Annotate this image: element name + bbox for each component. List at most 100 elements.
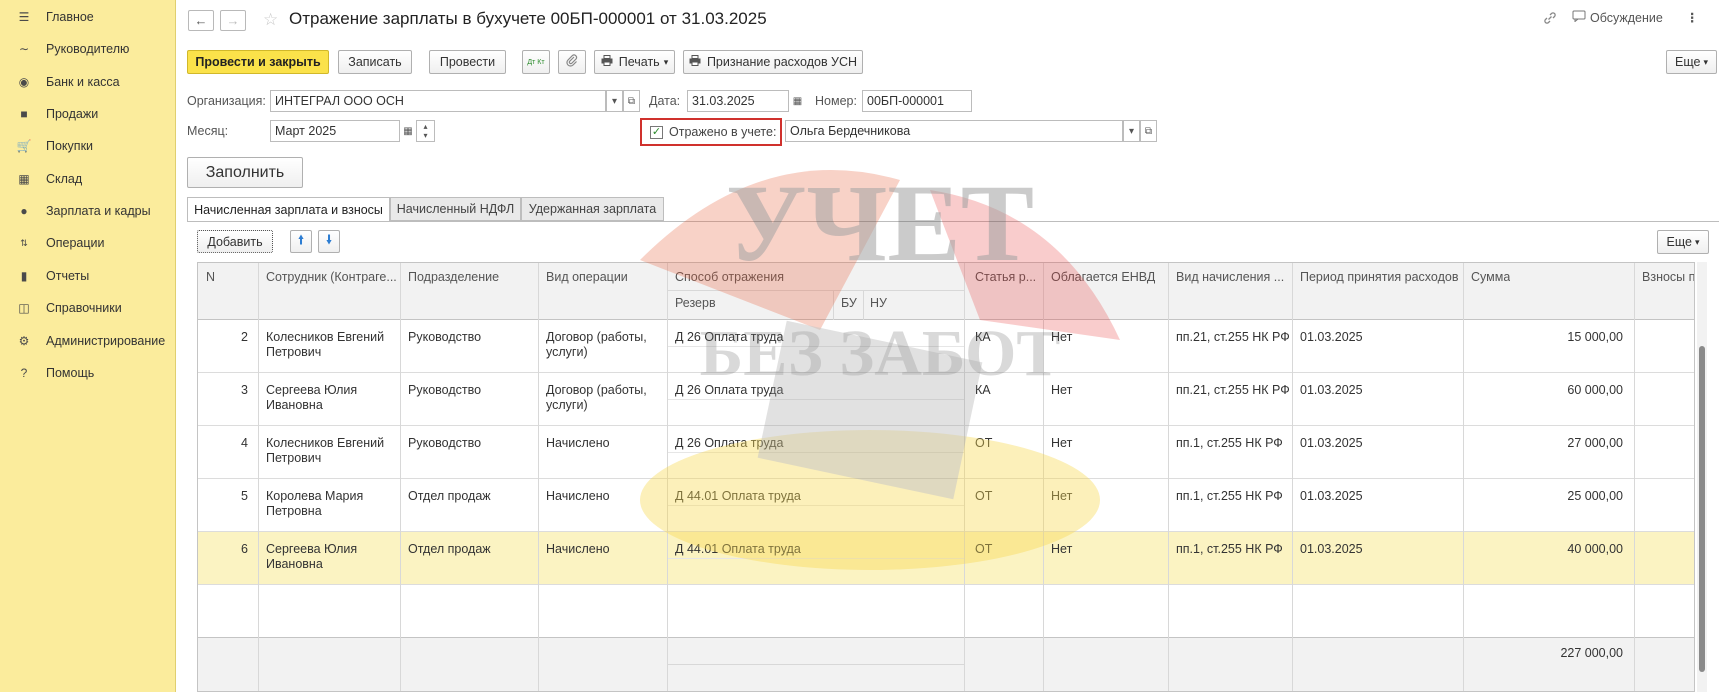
month-label: Месяц: bbox=[187, 124, 229, 138]
save-button[interactable]: Записать bbox=[338, 50, 412, 74]
cell-operation: Договор (работы, услуги) bbox=[546, 330, 647, 359]
app-window: ☰ Главное ∼ Руководителю ◉ Банк и касса ■ Прода… bbox=[0, 0, 1734, 692]
sidebar-item-11[interactable]: ? Помощь bbox=[0, 358, 176, 388]
cell-method: Д 44.01 Оплата труда bbox=[675, 489, 801, 503]
menu-icon: ☰ bbox=[18, 10, 30, 24]
stepper-up-icon[interactable]: ▴ bbox=[423, 122, 427, 131]
tab-accrued-salary[interactable]: Начисленная зарплата и взносы bbox=[187, 197, 390, 222]
col-n[interactable]: N bbox=[206, 270, 215, 284]
col-bu[interactable]: БУ bbox=[841, 296, 857, 310]
sidebar-item-5[interactable]: ▦ Склад bbox=[0, 164, 176, 194]
column-divider bbox=[1634, 263, 1635, 691]
question-icon: ? bbox=[20, 366, 28, 380]
cell-envd: Нет bbox=[1051, 436, 1073, 450]
table-row[interactable]: 3 Сергеева Юлия Ивановна Руководство Догово… bbox=[198, 373, 1694, 426]
sidebar-item-label: Главное bbox=[46, 10, 94, 24]
grid-icon: ▦ bbox=[18, 172, 30, 186]
col-sum[interactable]: Сумма bbox=[1471, 270, 1510, 284]
organization-label: Организация: bbox=[187, 94, 266, 108]
post-and-close-button[interactable]: Провести и закрыть bbox=[187, 50, 329, 74]
more-button[interactable]: Еще ▾ bbox=[1666, 50, 1717, 74]
date-field[interactable]: 31.03.2025 bbox=[687, 90, 789, 112]
sidebar-item-4[interactable]: 🛒 Покупки bbox=[0, 131, 176, 161]
cell-department: Руководство bbox=[408, 330, 482, 344]
sidebar-item-7[interactable]: ⇅ Операции bbox=[0, 228, 176, 258]
sidebar-item-label: Руководителю bbox=[46, 42, 130, 56]
col-department[interactable]: Подразделение bbox=[408, 270, 499, 284]
col-employee[interactable]: Сотрудник (Контраге... bbox=[266, 270, 400, 284]
printer-icon bbox=[601, 55, 613, 69]
forward-button[interactable]: → bbox=[220, 10, 246, 31]
print-button[interactable]: Печать ▾ bbox=[594, 50, 675, 74]
dt-kt-button[interactable]: Дт Кт bbox=[522, 50, 550, 74]
cell-department: Руководство bbox=[408, 436, 482, 450]
move-down-button[interactable]: 🠛 bbox=[318, 230, 340, 253]
dropdown-arrow-icon[interactable]: ▾ bbox=[606, 90, 623, 112]
responsible-field[interactable]: Ольга Бердечникова bbox=[785, 120, 1123, 142]
organization-field[interactable]: ИНТЕГРАЛ ООО ОСН bbox=[270, 90, 606, 112]
add-button[interactable]: Добавить bbox=[197, 230, 273, 253]
table-row[interactable]: 2 Колесников Евгений Петрович Руководство Д… bbox=[198, 320, 1694, 373]
col-reserve[interactable]: Резерв bbox=[675, 296, 716, 310]
table-row[interactable]: 6 Сергеева Юлия Ивановна Отдел продаж Начис… bbox=[198, 532, 1694, 585]
sidebar-item-9[interactable]: ◫ Справочники bbox=[0, 293, 176, 323]
table-scrollbar-thumb[interactable] bbox=[1699, 346, 1705, 672]
reflected-checkbox[interactable]: ✓ bbox=[650, 126, 663, 139]
trend-icon: ∼ bbox=[18, 42, 30, 56]
stepper-down-icon[interactable]: ▾ bbox=[423, 131, 427, 140]
post-button[interactable]: Провести bbox=[429, 50, 506, 74]
discussion-button[interactable]: Обсуждение bbox=[1572, 10, 1663, 25]
cell-envd: Нет bbox=[1051, 383, 1073, 397]
col-period[interactable]: Период принятия расходов bbox=[1300, 270, 1458, 284]
sidebar-item-1[interactable]: ∼ Руководителю bbox=[0, 34, 176, 64]
link-icon[interactable] bbox=[1542, 10, 1558, 26]
dt-kt-icon: ⇅ bbox=[20, 237, 28, 248]
column-divider bbox=[1463, 263, 1464, 691]
column-divider bbox=[1292, 263, 1293, 691]
col-article[interactable]: Статья р... bbox=[975, 270, 1039, 284]
sidebar-item-label: Зарплата и кадры bbox=[46, 204, 151, 218]
usn-expenses-button[interactable]: Признание расходов УСН bbox=[683, 50, 863, 74]
sidebar-item-3[interactable]: ■ Продажи bbox=[0, 99, 176, 129]
col-accrual-type[interactable]: Вид начисления ... bbox=[1176, 270, 1288, 284]
sidebar-item-6[interactable]: ● Зарплата и кадры bbox=[0, 196, 176, 226]
open-link-icon[interactable]: ⧉ bbox=[1140, 120, 1157, 142]
col-envd[interactable]: Облагается ЕНВД bbox=[1051, 270, 1155, 284]
col-method[interactable]: Способ отражения bbox=[675, 270, 784, 284]
table-more-button[interactable]: Еще ▾ bbox=[1657, 230, 1709, 254]
cell-article: КА bbox=[975, 383, 991, 397]
tab-accrued-ndfl[interactable]: Начисленный НДФЛ bbox=[390, 197, 521, 221]
sidebar-item-0[interactable]: ☰ Главное bbox=[0, 2, 176, 32]
favorite-star-icon[interactable]: ☆ bbox=[263, 10, 278, 30]
cell-method: Д 26 Оплата труда bbox=[675, 436, 784, 450]
sidebar-item-8[interactable]: ▮ Отчеты bbox=[0, 261, 176, 291]
dropdown-arrow-icon[interactable]: ▾ bbox=[1123, 120, 1140, 142]
calendar-icon[interactable]: ▦ bbox=[789, 90, 806, 112]
move-up-button[interactable]: 🠙 bbox=[290, 230, 312, 253]
arrow-left-icon: ← bbox=[194, 13, 208, 28]
tab-withheld-salary[interactable]: Удержанная зарплата bbox=[521, 197, 664, 221]
back-button[interactable]: ← bbox=[188, 10, 214, 31]
table-more-label: Еще bbox=[1666, 235, 1692, 249]
sidebar-item-label: Покупки bbox=[46, 139, 94, 153]
sidebar-item-2[interactable]: ◉ Банк и касса bbox=[0, 67, 176, 97]
col-nu[interactable]: НУ bbox=[870, 296, 887, 310]
attach-button[interactable] bbox=[558, 50, 586, 74]
header-subdivider bbox=[667, 290, 964, 291]
month-stepper[interactable]: ▴ ▾ bbox=[416, 120, 435, 142]
fill-button[interactable]: Заполнить bbox=[187, 157, 303, 188]
table-row[interactable]: 4 Колесников Евгений Петрович Руководство Н… bbox=[198, 426, 1694, 479]
column-divider bbox=[1043, 263, 1044, 691]
col-contrib[interactable]: Взносы по bbox=[1642, 270, 1694, 284]
col-operation[interactable]: Вид операции bbox=[546, 270, 628, 284]
arrow-up-icon: 🠙 bbox=[297, 231, 305, 247]
table-row[interactable]: 5 Королева Мария Петровна Отдел продаж Начи… bbox=[198, 479, 1694, 532]
open-link-icon[interactable]: ⧉ bbox=[623, 90, 640, 112]
number-field[interactable]: 00БП-000001 bbox=[862, 90, 972, 112]
calendar-icon[interactable]: ▦ bbox=[400, 120, 416, 142]
sidebar-item-10[interactable]: ⚙ Администрирование bbox=[0, 326, 176, 356]
more-vertical-icon[interactable]: ⋮ bbox=[1686, 10, 1699, 25]
month-field[interactable]: Март 2025 bbox=[270, 120, 400, 142]
gear-icon: ⚙ bbox=[18, 334, 30, 348]
arrow-down-icon: 🠛 bbox=[325, 231, 333, 247]
